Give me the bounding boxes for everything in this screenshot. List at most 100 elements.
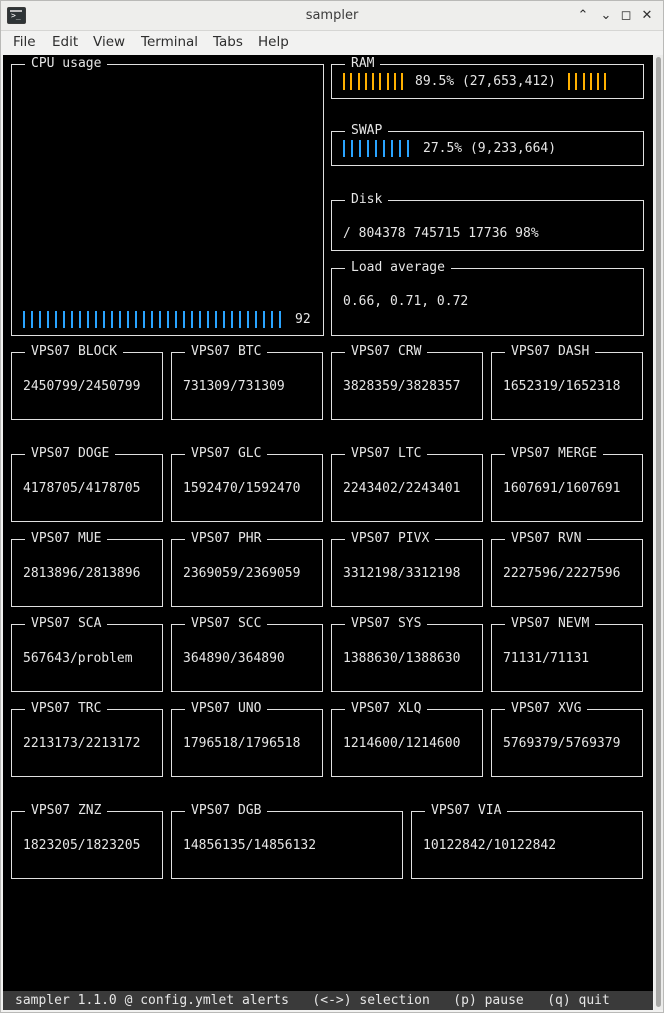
node-panel-value: 2813896/2813896 bbox=[23, 566, 141, 581]
node-panel-value: 2227596/2227596 bbox=[503, 566, 621, 581]
gauge-tick bbox=[364, 73, 367, 90]
ram-panel: RAM 89.5% (27,653,412) bbox=[331, 56, 644, 99]
node-panel-value: 3312198/3312198 bbox=[343, 566, 461, 581]
node-panel: VPS07 SYS 1388630/1388630 bbox=[331, 616, 483, 692]
node-panel-value: 731309/731309 bbox=[183, 379, 285, 394]
gauge-tick bbox=[263, 311, 265, 328]
gauge-tick bbox=[63, 311, 65, 328]
node-panel: VPS07 PHR 2369059/2369059 bbox=[171, 531, 323, 607]
node-panel: VPS07 PIVX 3312198/3312198 bbox=[331, 531, 483, 607]
gauge-tick bbox=[343, 140, 345, 157]
load-average-panel: Load average 0.66, 0.71, 0.72 bbox=[331, 260, 644, 336]
swap-gauge bbox=[343, 140, 415, 157]
menu-file[interactable]: File bbox=[13, 34, 36, 50]
node-panel: VPS07 TRC 2213173/2213172 bbox=[11, 701, 163, 777]
gauge-tick bbox=[367, 140, 369, 157]
gauge-tick bbox=[55, 311, 57, 328]
gauge-tick bbox=[575, 73, 578, 90]
gauge-tick bbox=[383, 140, 385, 157]
node-panel-value: 1592470/1592470 bbox=[183, 481, 301, 496]
gauge-tick bbox=[394, 73, 397, 90]
gauge-tick bbox=[279, 311, 281, 328]
node-panel: VPS07 GLC 1592470/1592470 bbox=[171, 446, 323, 522]
gauge-tick bbox=[127, 311, 129, 328]
swap-value: 27.5% (9,233,664) bbox=[423, 141, 557, 156]
node-panel-title: VPS07 CRW bbox=[345, 344, 428, 360]
node-panel: VPS07 UNO 1796518/1796518 bbox=[171, 701, 323, 777]
node-panel: VPS07 BTC 731309/731309 bbox=[171, 344, 323, 420]
gauge-tick bbox=[597, 73, 600, 90]
menu-tabs[interactable]: Tabs bbox=[213, 34, 243, 50]
gauge-tick bbox=[568, 73, 570, 90]
cpu-value: 92 bbox=[295, 312, 311, 327]
gauge-tick bbox=[135, 311, 137, 328]
gauge-tick bbox=[47, 311, 49, 328]
gauge-tick bbox=[357, 73, 360, 90]
node-panel: VPS07 DGB 14856135/14856132 bbox=[171, 803, 403, 879]
node-panel: VPS07 SCA 567643/problem bbox=[11, 616, 163, 692]
gauge-tick bbox=[359, 140, 361, 157]
node-panel-value: 2450799/2450799 bbox=[23, 379, 141, 394]
close-icon[interactable]: ✕ bbox=[638, 7, 656, 25]
node-panel-value: 1823205/1823205 bbox=[23, 838, 141, 853]
node-panel-value: 567643/problem bbox=[23, 651, 133, 666]
node-panel-title: VPS07 MERGE bbox=[505, 446, 604, 462]
gauge-tick bbox=[87, 311, 89, 328]
cpu-gauge bbox=[23, 311, 287, 328]
panel-title: Load average bbox=[345, 260, 451, 276]
node-panel: VPS07 CRW 3828359/3828357 bbox=[331, 344, 483, 420]
menu-help[interactable]: Help bbox=[258, 34, 289, 50]
node-panel-title: VPS07 TRC bbox=[25, 701, 108, 717]
node-panel-title: VPS07 UNO bbox=[185, 701, 268, 717]
node-panel-title: VPS07 XVG bbox=[505, 701, 588, 717]
node-panel: VPS07 DASH 1652319/1652318 bbox=[491, 344, 643, 420]
node-panel-value: 71131/71131 bbox=[503, 651, 590, 666]
gauge-tick bbox=[343, 73, 345, 90]
node-panel: VPS07 LTC 2243402/2243401 bbox=[331, 446, 483, 522]
node-panel-title: VPS07 VIA bbox=[425, 803, 508, 819]
node-panel-value: 3828359/3828357 bbox=[343, 379, 461, 394]
restore-icon[interactable]: ⌄ bbox=[597, 7, 615, 25]
gauge-tick bbox=[167, 311, 169, 328]
panel-title: RAM bbox=[345, 56, 381, 72]
node-panel-title: VPS07 MUE bbox=[25, 531, 108, 547]
panel-title: CPU usage bbox=[25, 56, 108, 72]
node-panel-value: 4178705/4178705 bbox=[23, 481, 141, 496]
gauge-tick bbox=[391, 140, 393, 157]
disk-value: / 804378 745715 17736 98% bbox=[343, 226, 539, 241]
gauge-tick bbox=[175, 311, 177, 328]
status-bar: sampler 1.1.0 @ config.ymlet alerts (<->… bbox=[3, 991, 653, 1010]
gauge-tick bbox=[589, 73, 592, 90]
ram-gauge-tail bbox=[568, 73, 612, 90]
node-panel: VPS07 RVN 2227596/2227596 bbox=[491, 531, 643, 607]
node-panel-title: VPS07 PIVX bbox=[345, 531, 436, 547]
gauge-tick bbox=[159, 311, 161, 328]
menu-view[interactable]: View bbox=[93, 34, 125, 50]
scrollbar[interactable] bbox=[654, 55, 663, 1010]
gauge-tick bbox=[71, 311, 73, 328]
menu-edit[interactable]: Edit bbox=[52, 34, 78, 50]
node-panel-title: VPS07 SCC bbox=[185, 616, 268, 632]
terminal-area[interactable]: CPU usage 92 RAM 89.5% (27,653,412) SWAP… bbox=[3, 55, 653, 1010]
gauge-tick bbox=[215, 311, 217, 328]
gauge-tick bbox=[401, 73, 404, 90]
gauge-tick bbox=[191, 311, 193, 328]
gauge-tick bbox=[271, 311, 273, 328]
node-panel: VPS07 SCC 364890/364890 bbox=[171, 616, 323, 692]
maximize-icon[interactable]: ◻ bbox=[617, 7, 635, 25]
scroll-thumb[interactable] bbox=[656, 57, 661, 1007]
node-panel-title: VPS07 DGB bbox=[185, 803, 268, 819]
gauge-tick bbox=[350, 73, 353, 90]
menu-terminal[interactable]: Terminal bbox=[141, 34, 198, 50]
gauge-tick bbox=[223, 311, 225, 328]
title-bar[interactable]: >_ sampler ⌃ ⌄ ◻ ✕ bbox=[1, 1, 663, 31]
swap-panel: SWAP 27.5% (9,233,664) bbox=[331, 123, 644, 166]
disk-panel: Disk / 804378 745715 17736 98% bbox=[331, 192, 644, 251]
node-panel-title: VPS07 PHR bbox=[185, 531, 268, 547]
gauge-tick bbox=[239, 311, 241, 328]
minimize-icon[interactable]: ⌃ bbox=[574, 7, 592, 25]
gauge-tick bbox=[95, 311, 97, 328]
node-panel-value: 2213173/2213172 bbox=[23, 736, 141, 751]
gauge-tick bbox=[372, 73, 375, 90]
gauge-tick bbox=[79, 311, 81, 328]
